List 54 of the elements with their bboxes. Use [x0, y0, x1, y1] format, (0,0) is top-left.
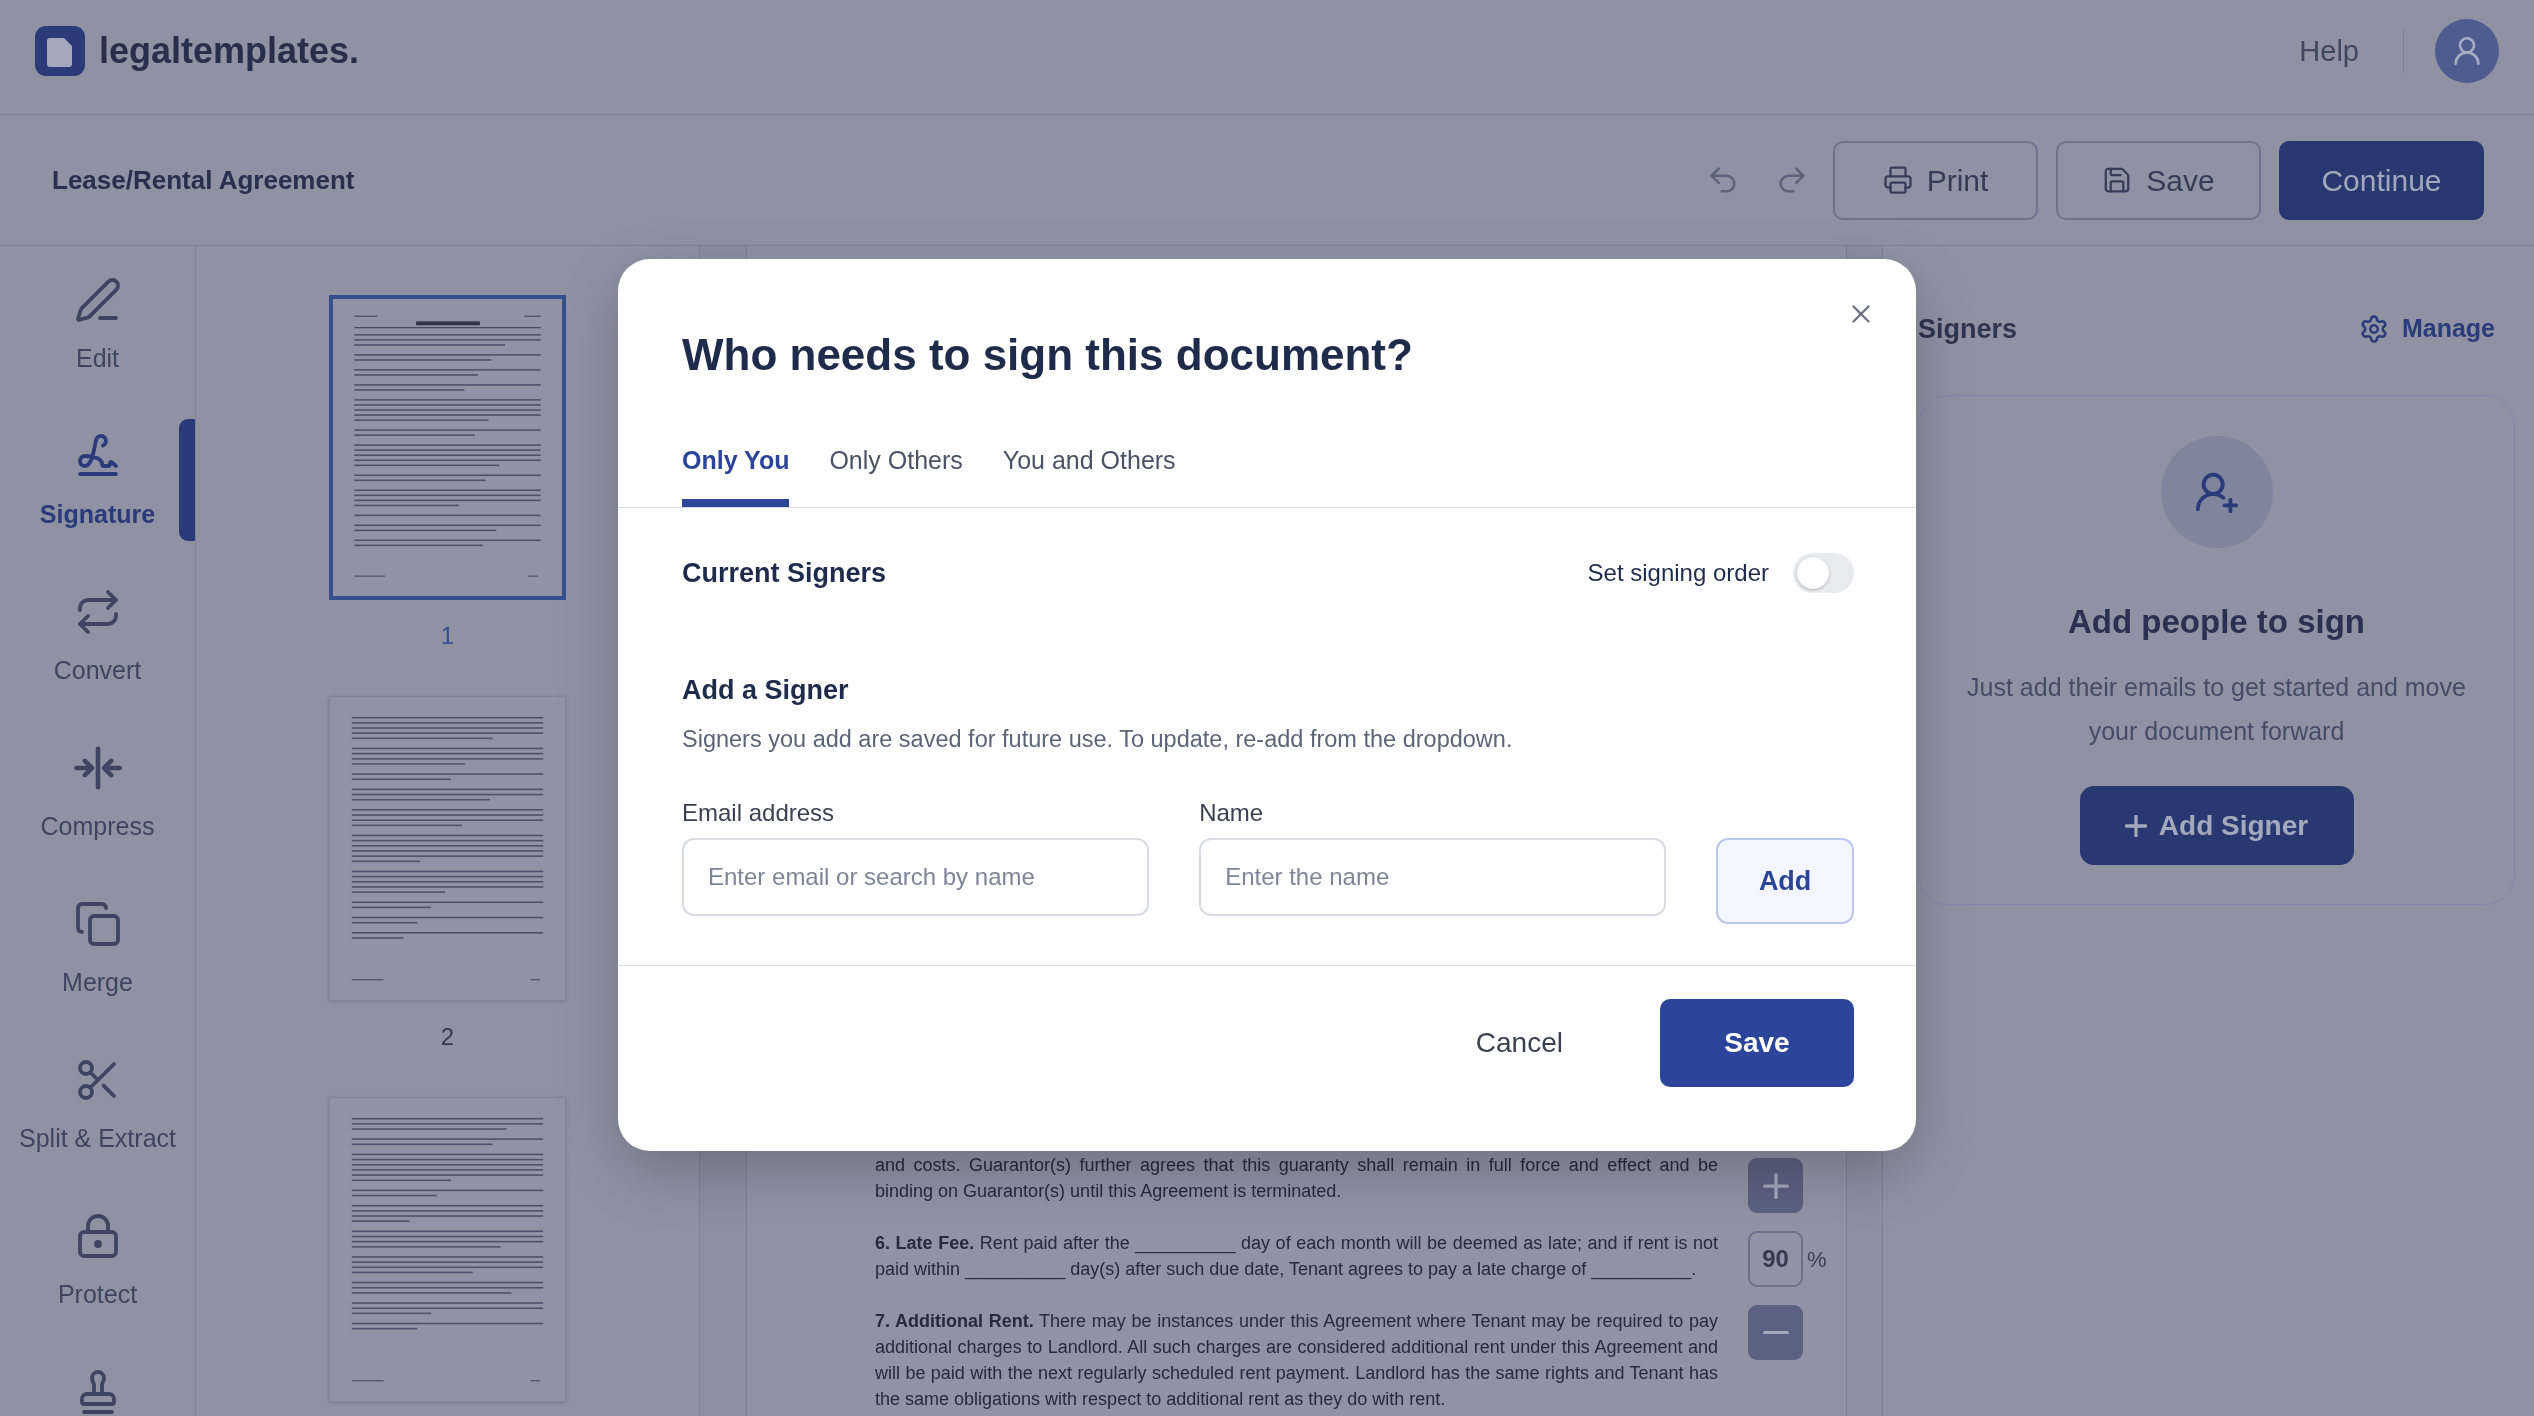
document-paragraph: and costs. Guarantor(s) further agrees that this guaranty shall remain in full force and effect and be binding on Guarantor(s) until this Agreement is terminated.: [875, 1154, 1718, 1203]
toolbar-button[interactable]: Save: [2056, 140, 2261, 220]
document-title: Lease/Rental Agreement: [52, 163, 355, 197]
empty-state-text: Just add their emails to get started and move your document forward: [1966, 672, 2467, 747]
save-button[interactable]: Save: [1660, 999, 1854, 1087]
field-label: Email address: [682, 798, 836, 828]
section-title: Add a Signer: [682, 674, 850, 707]
sidebar-item[interactable]: Protect: [0, 1182, 195, 1338]
zoom-level-field[interactable]: 90: [1748, 1231, 1803, 1287]
email-field[interactable]: Enter email or search by name: [682, 838, 1150, 916]
dialog-tab[interactable]: You and Others: [1002, 435, 1176, 507]
printer-icon: [1882, 165, 1913, 195]
toolbar-button[interactable]: Print: [1833, 140, 2038, 220]
page-thumbnail[interactable]: [329, 1097, 566, 1402]
plus-icon: [1762, 1172, 1789, 1199]
sidebar-item[interactable]: Merge: [0, 870, 195, 1026]
page-number: 1: [440, 621, 455, 651]
pencil-icon: [73, 276, 122, 324]
section-description: Signers you add are saved for future use. To update, re-add from the dropdown.: [682, 725, 1514, 754]
page-number: 2: [440, 1022, 455, 1052]
empty-state-title: Add people to sign: [2068, 602, 2365, 642]
help-link[interactable]: Help: [2299, 36, 2359, 66]
sidebar-item[interactable]: Compress: [0, 714, 195, 870]
document-paragraph: 7. Additional Rent. There may be instances under this Agreement where Tenant may be required to pay additional charges to Landlord. All such charges are considered additional rent under this Agreement and will be paid with the next regularly scheduled rent payment. Landlord has the same rights and Tenant has the same obligations with respect to additional rent as they do with rent.: [875, 1310, 1718, 1411]
percent-label: %: [1807, 1245, 1827, 1274]
gear-icon: [2358, 314, 2389, 344]
dialog-tab[interactable]: Only Others: [829, 435, 963, 507]
zoom-out-button[interactable]: [1748, 1305, 1803, 1360]
signing-order-toggle[interactable]: [1793, 553, 1854, 593]
minus-icon: [1762, 1330, 1789, 1335]
brand-name: legaltemplates.: [99, 33, 360, 69]
plus-icon: [2124, 814, 2147, 837]
name-field[interactable]: Enter the name: [1199, 838, 1667, 916]
add-button[interactable]: Add: [1716, 838, 1854, 924]
sidebar-item[interactable]: Convert: [0, 558, 195, 714]
zoom-in-button[interactable]: [1748, 1158, 1803, 1213]
continue-button[interactable]: Continue: [2279, 140, 2484, 220]
cancel-button[interactable]: Cancel: [1451, 999, 1587, 1087]
logo-icon: [35, 26, 85, 76]
overlapping-squares-icon: [73, 900, 122, 948]
document-paragraph: 6. Late Fee. Rent paid after the __________ day of each month will be deemed as late; and if rent is not paid within __________ day(s) after such due date, Tenant agrees to pay a late charge of __________.: [875, 1232, 1718, 1282]
sidebar-item[interactable]: Split & Extract: [0, 1026, 195, 1182]
section-title: Current Signers: [682, 556, 887, 590]
sidebar-item[interactable]: Signature: [0, 402, 195, 558]
dialog-title: Who needs to sign this document?: [681, 329, 1414, 381]
add-signer-button[interactable]: Add Signer: [2079, 786, 2354, 865]
page-thumbnail[interactable]: [329, 295, 566, 600]
toggle-label: Set signing order: [1587, 558, 1769, 588]
manage-button[interactable]: Manage: [2358, 310, 2495, 348]
field-label: Name: [1199, 798, 1265, 828]
dialog-tab[interactable]: Only You: [682, 435, 790, 507]
panel-title: Signers: [1918, 312, 2018, 346]
page-thumbnail[interactable]: [329, 696, 566, 1001]
sidebar-item[interactable]: Edit: [0, 246, 195, 402]
